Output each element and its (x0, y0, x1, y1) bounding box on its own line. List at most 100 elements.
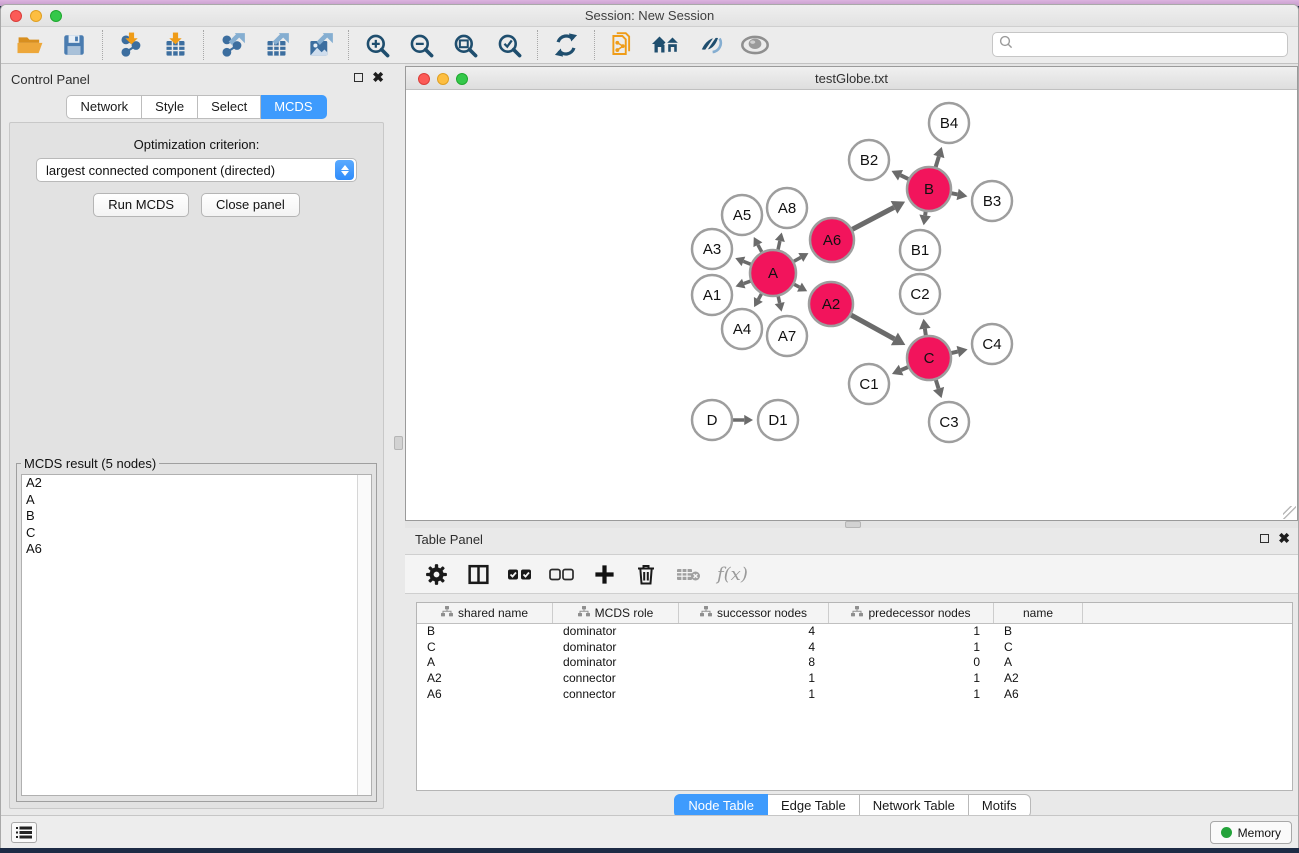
list-item[interactable]: A6 (22, 541, 371, 558)
show-graphics-details-icon[interactable] (740, 31, 770, 59)
graph-node-A6[interactable]: A6 (810, 218, 854, 262)
graph-node-D1[interactable]: D1 (758, 400, 798, 440)
refresh-icon[interactable] (551, 31, 581, 59)
list-item[interactable]: C (22, 525, 371, 542)
graph-node-A3[interactable]: A3 (692, 229, 732, 269)
toolbar-separator (348, 30, 349, 60)
network-window-titlebar[interactable]: testGlobe.txt (406, 67, 1297, 90)
table-cell: A6 (994, 687, 1083, 703)
memory-button[interactable]: Memory (1210, 821, 1292, 844)
run-mcds-button[interactable]: Run MCDS (93, 193, 189, 217)
home-icon[interactable] (652, 31, 682, 59)
column-header-predecessor-nodes[interactable]: predecessor nodes (829, 603, 994, 623)
table-cell: A6 (417, 687, 553, 703)
zoom-out-icon[interactable] (406, 31, 436, 59)
list-item[interactable]: B (22, 508, 371, 525)
table-row[interactable]: A6connector11A6 (417, 687, 1292, 703)
graph-node-C1[interactable]: C1 (849, 364, 889, 404)
import-network-icon[interactable] (116, 31, 146, 59)
float-icon[interactable] (1260, 534, 1269, 543)
delete-column-icon[interactable] (633, 561, 659, 587)
graph-node-A8[interactable]: A8 (767, 188, 807, 228)
toggle-columns-icon[interactable] (465, 561, 491, 587)
save-session-icon[interactable] (59, 31, 89, 59)
list-icon[interactable] (11, 822, 37, 843)
graph-node-D[interactable]: D (692, 400, 732, 440)
graph-node-A4[interactable]: A4 (722, 309, 762, 349)
graph-node-B4[interactable]: B4 (929, 103, 969, 143)
table-header-row: shared nameMCDS rolesuccessor nodesprede… (417, 603, 1292, 624)
network-canvas[interactable]: B4 B2 B B3 A8 A5 A6 A3 B1 A A1 C2 A2 A4A7 C4 C C1 D D1 C3 (406, 90, 1297, 520)
zoom-fit-icon[interactable] (450, 31, 480, 59)
import-table-icon[interactable] (160, 31, 190, 59)
graph-node-B[interactable]: B (907, 167, 951, 211)
node-table[interactable]: shared nameMCDS rolesuccessor nodesprede… (416, 602, 1293, 791)
deselect-all-icon[interactable] (549, 561, 575, 587)
close-icon[interactable]: ✖ (1278, 533, 1290, 544)
tab-network[interactable]: Network (66, 95, 142, 119)
hierarchy-icon (700, 606, 712, 620)
svg-text:A8: A8 (778, 200, 796, 217)
svg-text:B: B (924, 181, 934, 198)
svg-text:A6: A6 (823, 232, 841, 249)
list-item[interactable]: A2 (22, 475, 371, 492)
float-icon[interactable] (354, 73, 363, 82)
svg-text:B3: B3 (983, 193, 1001, 210)
list-item[interactable]: A (22, 492, 371, 509)
table-row[interactable]: A2connector11A2 (417, 671, 1292, 687)
graph-node-A1[interactable]: A1 (692, 275, 732, 315)
graph-node-B2[interactable]: B2 (849, 140, 889, 180)
criterion-dropdown[interactable]: largest connected component (directed) (36, 158, 357, 182)
export-image-icon[interactable] (305, 31, 335, 59)
splitter-handle[interactable] (394, 436, 403, 450)
column-header-successor-nodes[interactable]: successor nodes (679, 603, 829, 623)
tab-style[interactable]: Style (142, 95, 198, 119)
export-table-icon[interactable] (261, 31, 291, 59)
graph-node-A5[interactable]: A5 (722, 195, 762, 235)
graph-node-C2[interactable]: C2 (900, 274, 940, 314)
graph-node-B1[interactable]: B1 (900, 230, 940, 270)
open-session-icon[interactable] (15, 31, 45, 59)
scrollbar[interactable] (357, 475, 371, 795)
horizontal-splitter[interactable] (405, 521, 1299, 528)
table-row[interactable]: Bdominator41B (417, 624, 1292, 640)
svg-text:C2: C2 (910, 286, 929, 303)
toolbar-separator (102, 30, 103, 60)
tab-mcds[interactable]: MCDS (261, 95, 326, 119)
clone-network-icon[interactable] (608, 31, 638, 59)
resize-grip-icon[interactable] (1283, 506, 1296, 519)
column-header-MCDS-role[interactable]: MCDS role (553, 603, 679, 623)
table-cell: dominator (553, 640, 679, 656)
graph-node-C[interactable]: C (907, 336, 951, 380)
table-row[interactable]: Adominator80A (417, 655, 1292, 671)
vertical-splitter[interactable] (392, 64, 405, 816)
tab-select[interactable]: Select (198, 95, 261, 119)
select-all-icon[interactable] (507, 561, 533, 587)
svg-text:C4: C4 (982, 336, 1001, 353)
table-row[interactable]: Cdominator41C (417, 640, 1292, 656)
search-box[interactable] (992, 32, 1288, 57)
close-panel-button[interactable]: Close panel (201, 193, 300, 217)
close-icon[interactable]: ✖ (372, 72, 384, 83)
table-settings-icon[interactable] (423, 561, 449, 587)
toolbar-separator (594, 30, 595, 60)
search-input[interactable] (1017, 37, 1287, 52)
zoom-in-icon[interactable] (362, 31, 392, 59)
graph-node-B3[interactable]: B3 (972, 181, 1012, 221)
splitter-handle[interactable] (845, 521, 861, 528)
mcds-result-list[interactable]: A2ABCA6 (21, 474, 372, 796)
column-header-name[interactable]: name (994, 603, 1083, 623)
zoom-selected-icon[interactable] (494, 31, 524, 59)
graph-node-A2[interactable]: A2 (809, 282, 853, 326)
window-titlebar[interactable]: Session: New Session (1, 5, 1298, 27)
hide-graphics-details-icon[interactable] (696, 31, 726, 59)
graph-node-C4[interactable]: C4 (972, 324, 1012, 364)
table-cell: A2 (994, 671, 1083, 687)
table-cell: A2 (417, 671, 553, 687)
column-header-shared-name[interactable]: shared name (417, 603, 553, 623)
graph-node-A[interactable]: A (750, 250, 796, 296)
graph-node-A7[interactable]: A7 (767, 316, 807, 356)
add-column-icon[interactable] (591, 561, 617, 587)
export-network-icon[interactable] (217, 31, 247, 59)
graph-node-C3[interactable]: C3 (929, 402, 969, 442)
